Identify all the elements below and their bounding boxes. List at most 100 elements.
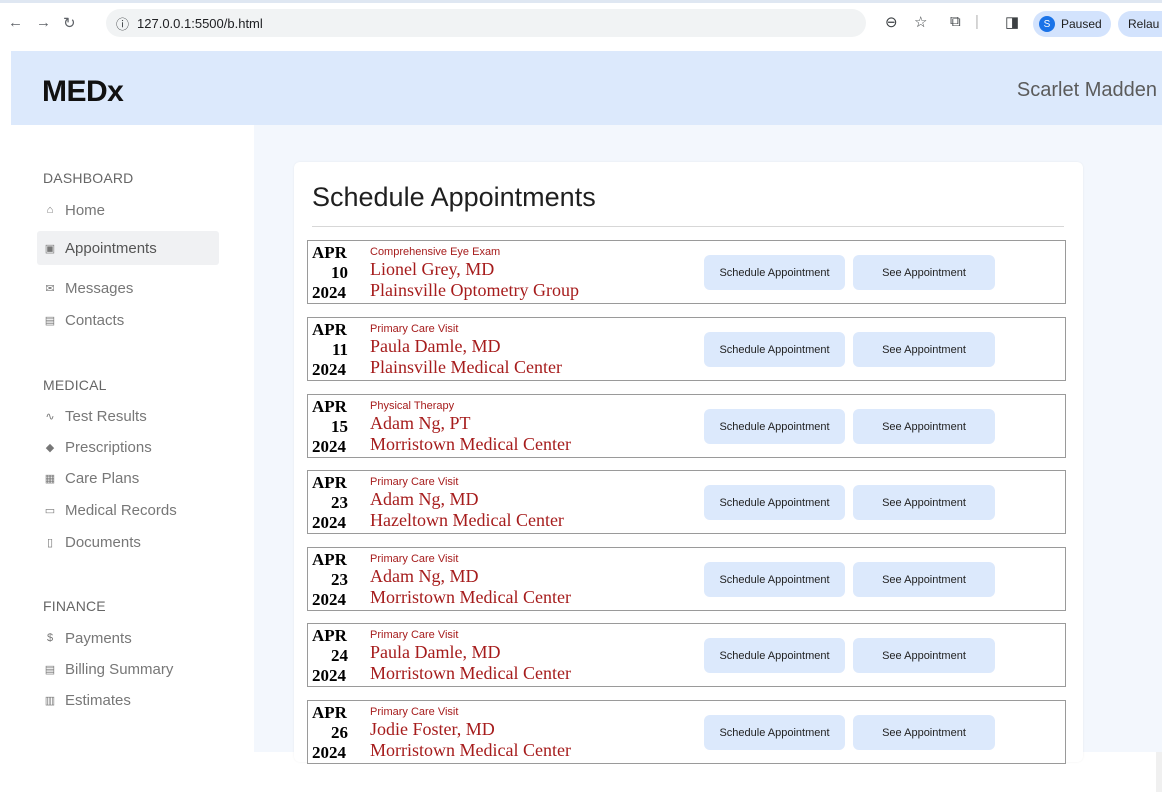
appointment-date: APR 11 2024 <box>312 320 348 380</box>
appointment-row: APR 15 2024 Physical Therapy Adam Ng, PT… <box>307 394 1066 458</box>
sidebar-item-estimates[interactable]: ▥ Estimates <box>37 683 219 717</box>
date-month: APR <box>312 320 347 339</box>
date-day: 11 <box>331 340 348 359</box>
see-appointment-button[interactable]: See Appointment <box>853 485 995 520</box>
sidebar-item-medical-records[interactable]: ▭ Medical Records <box>37 493 219 527</box>
visit-type: Primary Care Visit <box>370 553 459 565</box>
schedule-appointment-button[interactable]: Schedule Appointment <box>704 332 845 367</box>
doctor-name: Paula Damle, MD <box>370 336 501 356</box>
visit-type: Comprehensive Eye Exam <box>370 246 501 258</box>
toolbar-divider: | <box>975 13 979 30</box>
sidebar-item-label: Prescriptions <box>65 438 152 456</box>
schedule-appointment-button[interactable]: Schedule Appointment <box>704 715 845 750</box>
see-appointment-button[interactable]: See Appointment <box>853 638 995 673</box>
sidebar-item-label: Appointments <box>65 239 157 257</box>
schedule-appointment-button[interactable]: Schedule Appointment <box>704 409 845 444</box>
sidebar-item-label: Contacts <box>65 311 125 329</box>
see-appointment-button[interactable]: See Appointment <box>853 562 995 597</box>
appointment-info: Primary Care Visit Adam Ng, MD Hazeltown… <box>370 475 564 531</box>
date-year: 2024 <box>312 590 346 609</box>
url-text: 127.0.0.1:5500/b.html <box>137 15 263 31</box>
building-icon: ▦ <box>44 472 56 485</box>
appointment-date: APR 23 2024 <box>312 473 348 533</box>
date-month: APR <box>312 473 347 492</box>
sidebar-item-label: Messages <box>65 279 134 297</box>
pill-icon: ◆ <box>45 441 55 454</box>
sidebar: DASHBOARD ⌂ Home ▣ Appointments ✉ Messag… <box>11 125 254 752</box>
main-content: Schedule Appointments APR 10 2024 Compre… <box>254 125 1162 764</box>
location-name: Morristown Medical Center <box>370 663 571 683</box>
sidebar-item-billing-summary[interactable]: ▤ Billing Summary <box>37 652 219 686</box>
see-appointment-button[interactable]: See Appointment <box>853 715 995 750</box>
sidebar-item-appointments[interactable]: ▣ Appointments <box>37 231 219 265</box>
appointment-info: Primary Care Visit Jodie Foster, MD Morr… <box>370 705 571 761</box>
schedule-appointment-button[interactable]: Schedule Appointment <box>704 638 845 673</box>
relaunch-button[interactable]: Relau <box>1118 11 1162 37</box>
appointment-date: APR 23 2024 <box>312 550 348 610</box>
appointment-row: APR 23 2024 Primary Care Visit Adam Ng, … <box>307 547 1066 611</box>
address-bar[interactable]: ⓘ 127.0.0.1:5500/b.html <box>106 9 866 37</box>
date-day: 23 <box>331 493 348 512</box>
sidebar-item-label: Billing Summary <box>65 660 174 678</box>
sidebar-item-contacts[interactable]: ▤ Contacts <box>37 303 219 337</box>
sidebar-item-label: Documents <box>65 533 141 551</box>
date-month: APR <box>312 397 347 416</box>
schedule-appointment-button[interactable]: Schedule Appointment <box>704 562 845 597</box>
title-divider <box>312 226 1064 227</box>
back-arrow-icon[interactable]: ← <box>8 14 23 31</box>
home-icon: ⌂ <box>46 204 54 216</box>
page-scrollbar[interactable] <box>1156 752 1162 792</box>
section-title-medical: MEDICAL <box>43 377 107 393</box>
profile-button[interactable]: S Paused <box>1033 11 1111 37</box>
location-name: Morristown Medical Center <box>370 587 571 607</box>
bookmark-star-icon[interactable]: ☆ <box>914 13 927 31</box>
mail-icon: ✉ <box>45 282 55 295</box>
appointment-row: APR 26 2024 Primary Care Visit Jodie Fos… <box>307 700 1066 764</box>
site-info-icon[interactable]: ⓘ <box>116 14 129 33</box>
side-panel-icon[interactable]: ◨ <box>1005 13 1019 31</box>
sidebar-item-documents[interactable]: ▯ Documents <box>37 525 219 559</box>
location-name: Plainsville Medical Center <box>370 357 562 377</box>
extensions-icon[interactable]: ⧉ <box>950 13 961 30</box>
user-name[interactable]: Scarlet Madden <box>1017 79 1157 102</box>
appointment-info: Physical Therapy Adam Ng, PT Morristown … <box>370 399 571 455</box>
visit-type: Primary Care Visit <box>370 629 459 641</box>
forward-arrow-icon[interactable]: → <box>36 14 51 31</box>
appointment-info: Primary Care Visit Paula Damle, MD Morri… <box>370 628 571 684</box>
zoom-icon[interactable]: ⊖ <box>885 13 898 31</box>
location-name: Morristown Medical Center <box>370 740 571 760</box>
schedule-appointment-button[interactable]: Schedule Appointment <box>704 485 845 520</box>
visit-type: Primary Care Visit <box>370 476 459 488</box>
date-year: 2024 <box>312 666 346 685</box>
sidebar-item-prescriptions[interactable]: ◆ Prescriptions <box>37 430 219 464</box>
appointment-info: Primary Care Visit Paula Damle, MD Plain… <box>370 322 562 378</box>
sidebar-item-label: Home <box>65 201 106 219</box>
app-logo[interactable]: MEDx <box>42 75 124 109</box>
visit-type: Physical Therapy <box>370 400 455 412</box>
section-title-dashboard: DASHBOARD <box>43 170 134 186</box>
sidebar-item-messages[interactable]: ✉ Messages <box>37 271 219 305</box>
appointment-date: APR 15 2024 <box>312 397 348 457</box>
receipt-icon: ▤ <box>44 663 56 676</box>
appointment-date: APR 10 2024 <box>312 243 348 303</box>
doctor-name: Adam Ng, MD <box>370 566 479 586</box>
reload-icon[interactable]: ↻ <box>63 14 76 32</box>
sidebar-item-test-results[interactable]: ∿ Test Results <box>37 399 219 433</box>
sidebar-item-payments[interactable]: $ Payments <box>37 621 219 655</box>
date-year: 2024 <box>312 743 346 762</box>
see-appointment-button[interactable]: See Appointment <box>853 255 995 290</box>
see-appointment-button[interactable]: See Appointment <box>853 409 995 444</box>
folder-icon: ▭ <box>44 504 56 517</box>
doctor-name: Adam Ng, MD <box>370 489 479 509</box>
schedule-appointment-button[interactable]: Schedule Appointment <box>704 255 845 290</box>
appointment-info: Comprehensive Eye Exam Lionel Grey, MD P… <box>370 245 579 301</box>
sidebar-item-home[interactable]: ⌂ Home <box>37 193 219 227</box>
date-day: 26 <box>331 723 348 742</box>
date-day: 15 <box>331 417 348 436</box>
sidebar-item-care-plans[interactable]: ▦ Care Plans <box>37 461 219 495</box>
date-month: APR <box>312 550 347 569</box>
date-year: 2024 <box>312 437 346 456</box>
see-appointment-button[interactable]: See Appointment <box>853 332 995 367</box>
doctor-name: Adam Ng, PT <box>370 413 471 433</box>
visit-type: Primary Care Visit <box>370 706 459 718</box>
